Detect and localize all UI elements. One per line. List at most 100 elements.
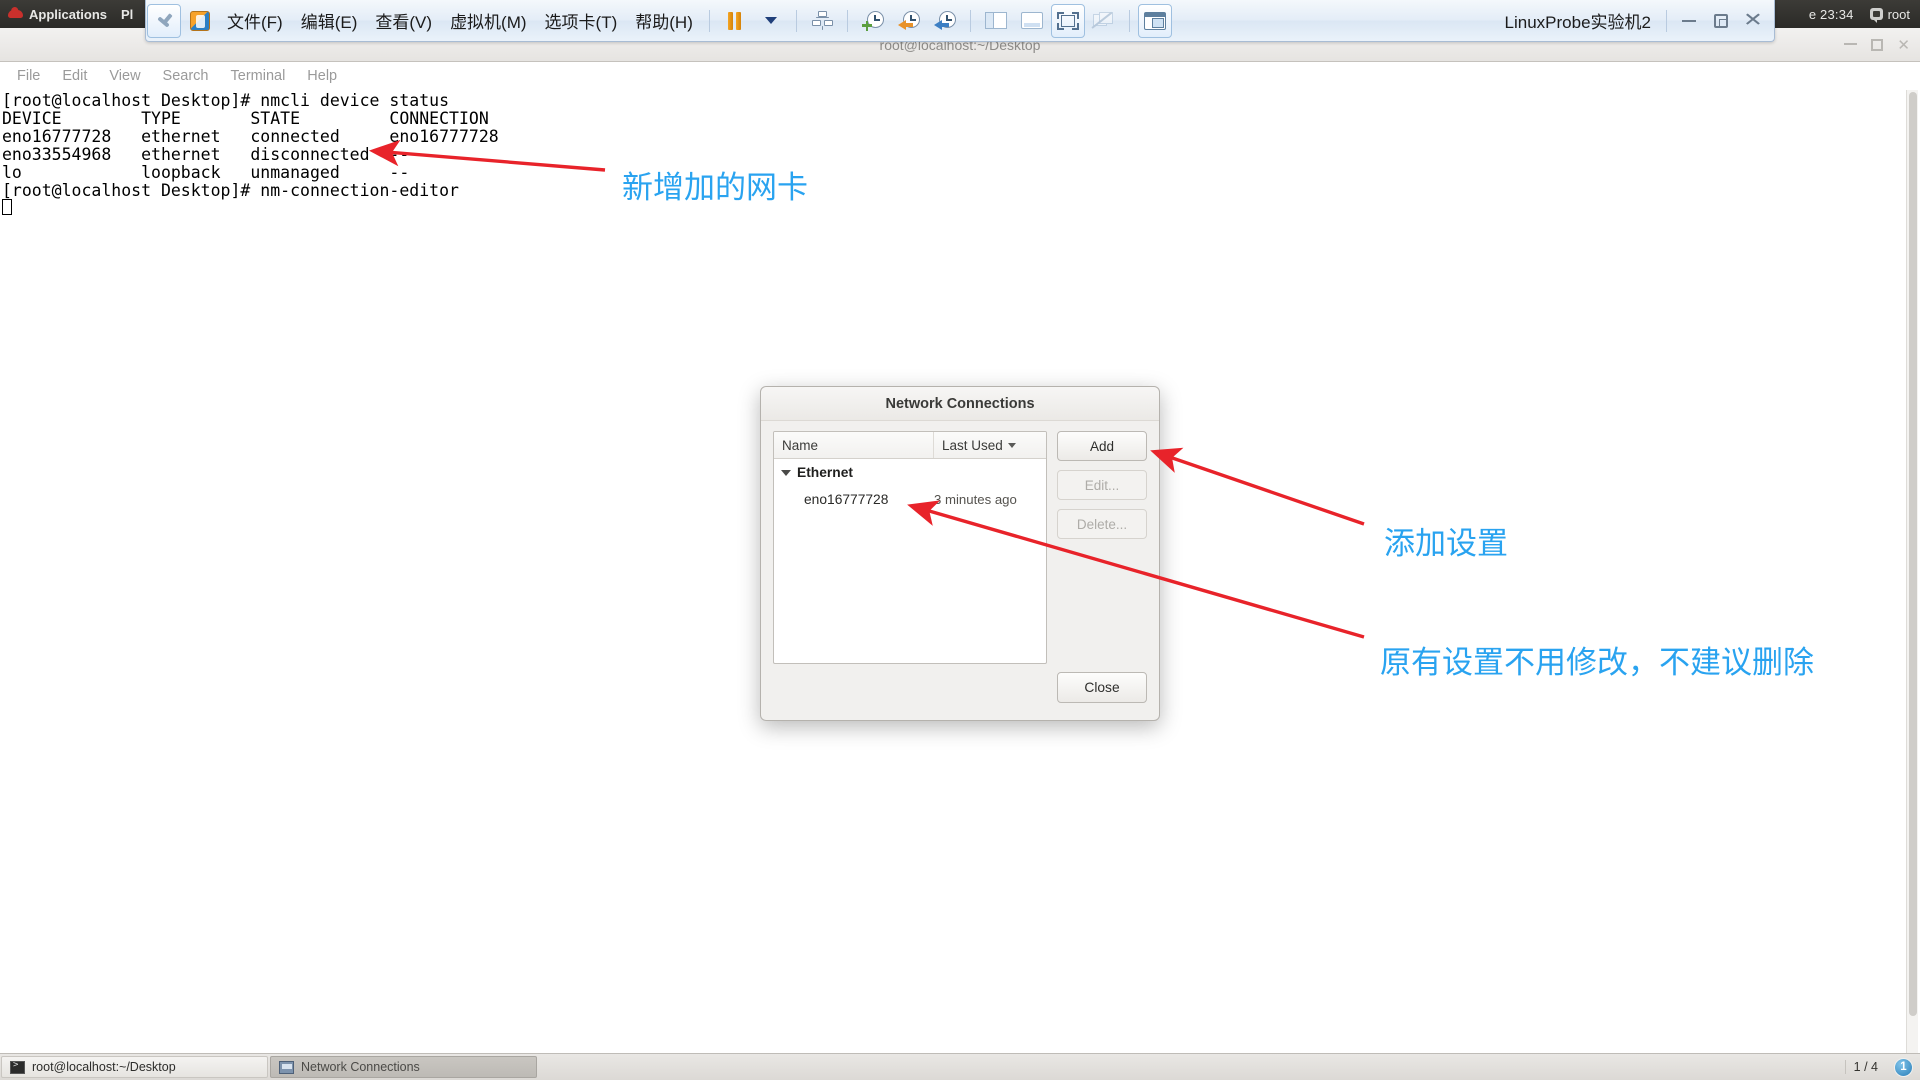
toolbar-divider	[795, 9, 797, 32]
terminal-maximize-icon[interactable]	[1871, 39, 1884, 51]
clock-plus-icon	[861, 10, 884, 31]
network-dialog-footer: Close	[761, 664, 1159, 720]
terminal-scrollbar[interactable]	[1906, 90, 1918, 1053]
terminal-menu-file[interactable]: File	[6, 68, 51, 84]
taskbar-task-terminal[interactable]: root@localhost:~/Desktop	[1, 1056, 268, 1078]
user-icon	[1869, 8, 1883, 23]
sort-chevron-down-icon	[1007, 442, 1016, 448]
show-library-panel-button[interactable]	[979, 4, 1013, 38]
toolbar-divider	[708, 9, 710, 32]
redhat-logo-icon	[8, 7, 23, 21]
terminal-menu-terminal[interactable]: Terminal	[220, 68, 297, 84]
clock-revert-icon	[897, 10, 920, 31]
snapshot-tree-icon	[811, 10, 833, 31]
fullscreen-icon	[1056, 11, 1079, 30]
console-view-button[interactable]	[1015, 4, 1049, 38]
terminal-window-controls: ✕	[1844, 28, 1910, 62]
taskbar-task-network[interactable]: Network Connections	[270, 1056, 537, 1078]
menu-tabs[interactable]: 选项卡(T)	[536, 3, 627, 39]
terminal-close-icon[interactable]: ✕	[1897, 38, 1910, 53]
terminal-menu-edit[interactable]: Edit	[51, 68, 98, 84]
connections-rows: Ethernet eno16777728 3 minutes ago	[774, 459, 1046, 663]
taskbar: root@localhost:~/Desktop Network Connect…	[0, 1053, 1920, 1080]
add-connection-button[interactable]: Add	[1057, 431, 1147, 461]
power-dropdown-button[interactable]	[754, 4, 788, 38]
sidebar-panel-icon	[984, 12, 1007, 29]
panel-clock[interactable]: e 23:34	[1809, 7, 1854, 22]
pin-toolbar-button[interactable]	[147, 3, 181, 38]
window-view-icon	[1143, 11, 1166, 30]
expander-triangle-down-icon[interactable]	[781, 469, 791, 476]
unity-mode-button	[1087, 4, 1121, 38]
terminal-icon	[10, 1060, 25, 1074]
applications-menu[interactable]: Applications	[8, 7, 107, 22]
clock-manage-icon	[933, 10, 956, 31]
terminal-cursor	[2, 199, 12, 216]
column-header-last-used[interactable]: Last Used	[934, 432, 1046, 458]
workspace-badge[interactable]: 1	[1894, 1057, 1913, 1077]
terminal-menu-help[interactable]: Help	[296, 68, 348, 84]
menu-help[interactable]: 帮助(H)	[626, 3, 702, 39]
network-connections-dialog: Network Connections Name Last Used Ether…	[760, 386, 1160, 721]
vmware-minimize-button[interactable]	[1674, 8, 1704, 34]
vm-app-icon	[190, 10, 210, 31]
vm-tab-title: LinuxProbe实验机2	[1504, 13, 1651, 32]
taskbar-right-area: 1 / 4 1	[1844, 1054, 1920, 1080]
edit-connection-button: Edit...	[1057, 470, 1147, 500]
toolbar-divider	[1666, 9, 1667, 32]
menu-vm[interactable]: 虚拟机(M)	[441, 3, 535, 39]
terminal-scrollbar-thumb[interactable]	[1909, 92, 1917, 1017]
pin-icon	[154, 11, 174, 31]
console-view-icon	[1020, 12, 1043, 29]
pause-icon	[726, 11, 744, 30]
panel-user-menu[interactable]: root	[1869, 6, 1910, 23]
snapshot-manager-button[interactable]	[805, 4, 839, 38]
menu-edit[interactable]: 编辑(E)	[292, 3, 367, 39]
connection-row[interactable]: eno16777728 3 minutes ago	[774, 486, 1046, 513]
revert-snapshot-button[interactable]	[892, 4, 926, 38]
terminal-minimize-icon[interactable]	[1844, 43, 1858, 45]
take-snapshot-button[interactable]	[856, 4, 890, 38]
vm-library-button[interactable]	[183, 4, 217, 38]
network-dialog-title: Network Connections	[885, 395, 1035, 412]
menu-view[interactable]: 查看(V)	[366, 3, 441, 39]
menu-file[interactable]: 文件(F)	[218, 3, 292, 39]
network-dialog-actions: Add Edit... Delete...	[1057, 431, 1147, 664]
applications-menu-label: Applications	[29, 6, 108, 22]
vmware-restore-button[interactable]	[1706, 8, 1736, 34]
manage-snapshots-button[interactable]	[928, 4, 962, 38]
connection-name: eno16777728	[804, 492, 889, 507]
taskbar-task-network-label: Network Connections	[301, 1060, 420, 1074]
network-icon	[279, 1060, 294, 1074]
separate-window-button[interactable]	[1137, 3, 1172, 38]
terminal-menubar: File Edit View Search Terminal Help	[0, 62, 1920, 90]
panel-user-label: root	[1887, 6, 1910, 22]
connection-group-label: Ethernet	[797, 465, 853, 480]
toolbar-divider	[846, 9, 848, 32]
column-header-name[interactable]: Name	[774, 432, 934, 458]
network-dialog-content: Name Last Used Ethernet eno16777728 3 mi…	[761, 421, 1159, 664]
suspend-vm-button[interactable]	[718, 4, 752, 38]
terminal-menu-search[interactable]: Search	[152, 68, 220, 84]
taskbar-task-terminal-label: root@localhost:~/Desktop	[32, 1060, 176, 1074]
workspace-pager[interactable]: 1 / 4	[1844, 1060, 1886, 1074]
places-menu-label: Pl	[121, 6, 134, 22]
places-menu[interactable]: Pl	[121, 7, 133, 22]
close-dialog-button[interactable]: Close	[1057, 671, 1147, 703]
chevron-down-icon	[764, 17, 777, 24]
toolbar-divider	[969, 9, 971, 32]
connections-list[interactable]: Name Last Used Ethernet eno16777728 3 mi…	[773, 431, 1047, 664]
vmware-toolbar: 文件(F) 编辑(E) 查看(V) 虚拟机(M) 选项卡(T) 帮助(H) Li…	[145, 0, 1775, 42]
vmware-window-controls: ✕	[1674, 8, 1774, 34]
delete-connection-button: Delete...	[1057, 509, 1147, 539]
unity-mode-icon	[1092, 11, 1115, 30]
column-header-last-used-label: Last Used	[942, 437, 1003, 453]
connection-group-ethernet[interactable]: Ethernet	[774, 459, 1046, 486]
connection-last-used: 3 minutes ago	[934, 492, 1017, 507]
connections-list-header: Name Last Used	[774, 432, 1046, 459]
fullscreen-button[interactable]	[1050, 3, 1085, 38]
terminal-menu-view[interactable]: View	[98, 68, 151, 84]
terminal-output: [root@localhost Desktop]# nmcli device s…	[2, 91, 499, 200]
vmware-close-button[interactable]: ✕	[1738, 8, 1768, 34]
network-dialog-titlebar: Network Connections	[761, 387, 1159, 421]
